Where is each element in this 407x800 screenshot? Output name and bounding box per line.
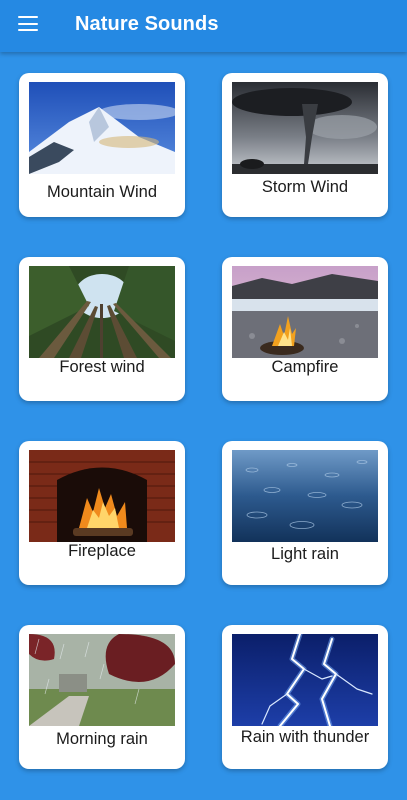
- sound-label: Forest wind: [59, 358, 145, 376]
- forest-canopy-image: [29, 266, 175, 358]
- hamburger-menu-icon[interactable]: [18, 15, 40, 33]
- app-bar: Nature Sounds: [0, 0, 407, 52]
- page-title: Nature Sounds: [75, 13, 219, 35]
- snowy-mountain-image: [29, 82, 175, 174]
- sound-label: Mountain Wind: [46, 183, 158, 201]
- sound-label: Campfire: [271, 358, 339, 376]
- sound-label: Storm Wind: [261, 178, 349, 196]
- tornado-image: [232, 82, 378, 174]
- sound-label: Morning rain: [56, 730, 148, 748]
- sound-card-storm-wind[interactable]: Storm Wind: [222, 73, 388, 217]
- rain-on-water-image: [232, 450, 378, 542]
- sound-card-fireplace[interactable]: Fireplace: [19, 441, 185, 585]
- sound-card-rain-with-thunder[interactable]: Rain with thunder: [222, 625, 388, 769]
- sound-card-morning-rain[interactable]: Morning rain: [19, 625, 185, 769]
- sound-card-light-rain[interactable]: Light rain: [222, 441, 388, 585]
- sound-label: Light rain: [271, 545, 339, 563]
- rainy-garden-image: [29, 634, 175, 726]
- lightning-image: [232, 634, 378, 726]
- sound-label: Rain with thunder: [240, 728, 370, 746]
- brick-fireplace-image: [29, 450, 175, 542]
- sound-card-forest-wind[interactable]: Forest wind: [19, 257, 185, 401]
- campfire-image: [232, 266, 378, 358]
- sound-label: Fireplace: [68, 542, 136, 560]
- sound-card-campfire[interactable]: Campfire: [222, 257, 388, 401]
- sound-card-mountain-wind[interactable]: Mountain Wind: [19, 73, 185, 217]
